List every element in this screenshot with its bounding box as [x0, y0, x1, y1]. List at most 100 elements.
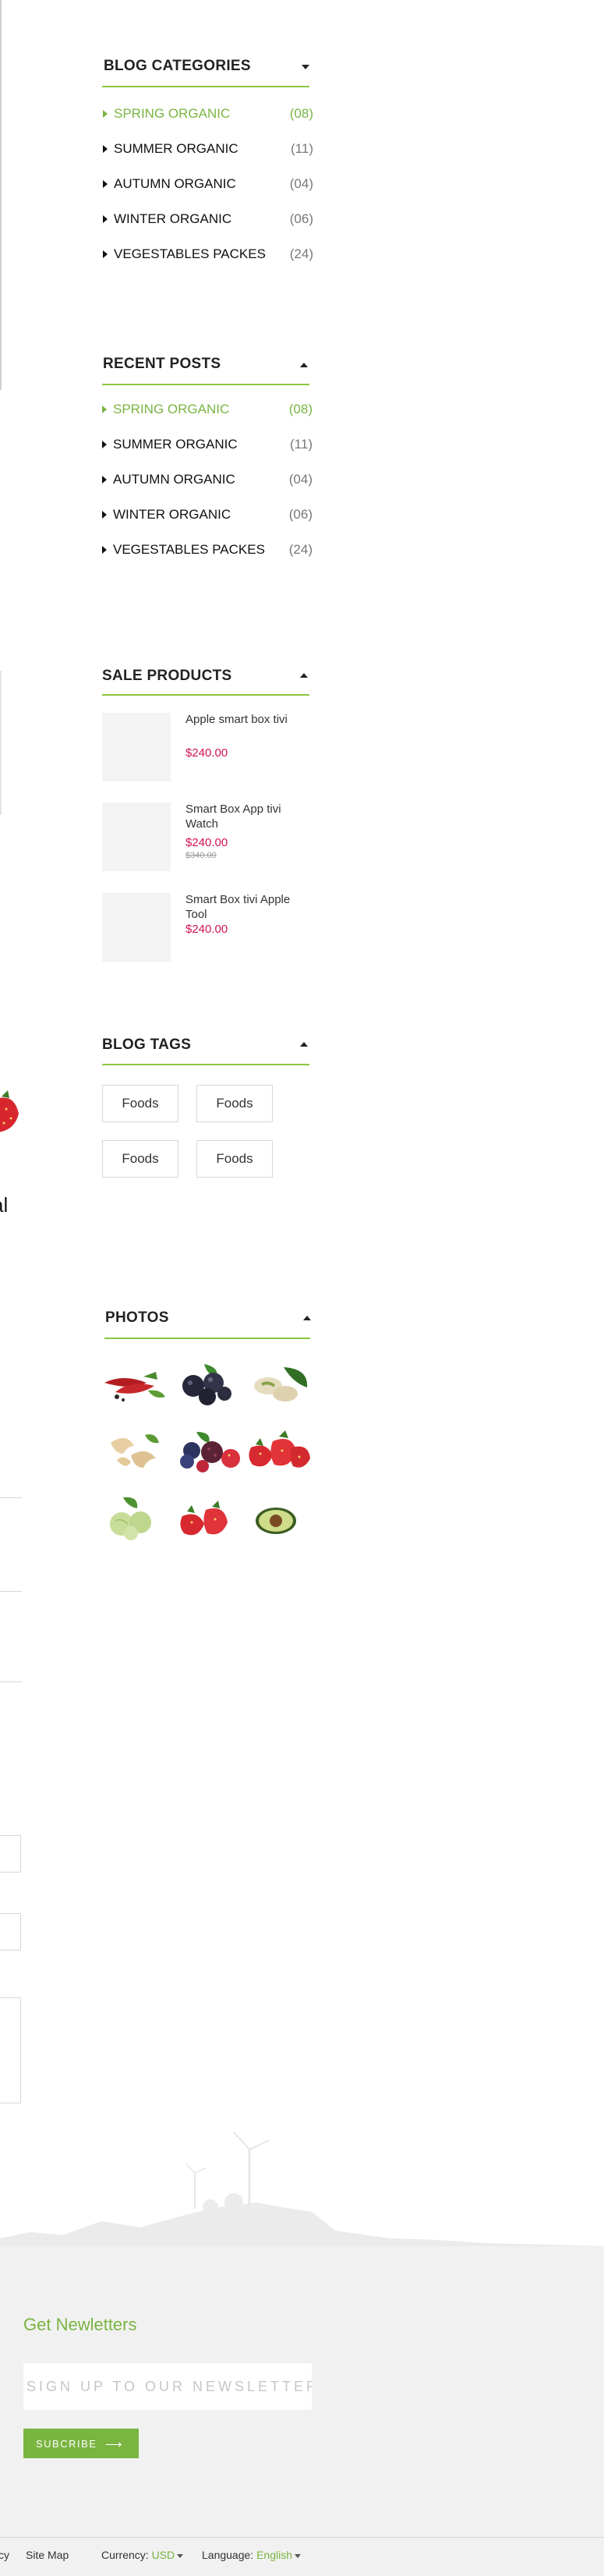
category-item[interactable]: SPRING ORGANIC (08)	[103, 106, 313, 141]
photo-strawberries[interactable]	[245, 1427, 313, 1474]
footer-link-cut[interactable]: cy	[0, 2549, 9, 2561]
title-underline	[102, 384, 309, 385]
category-count: (06)	[289, 211, 313, 226]
tag-button[interactable]: Foods	[196, 1140, 273, 1178]
photo-chili-peppers[interactable]	[100, 1359, 168, 1406]
recent-posts-list: SPRING ORGANIC (08) SUMMER ORGANIC (11) AU…	[102, 402, 313, 577]
photo-blueberries[interactable]	[173, 1359, 242, 1406]
photo-pistachios[interactable]	[245, 1359, 313, 1406]
left-divider	[0, 1591, 22, 1592]
left-textarea[interactable]	[0, 1997, 21, 2103]
product-name[interactable]: Smart Box App tivi Watch	[185, 802, 302, 831]
recent-posts-title: RECENT POSTS	[103, 356, 221, 372]
language-selector[interactable]: Language: English	[202, 2549, 301, 2561]
language-value: English	[256, 2549, 292, 2561]
product-item[interactable]: Smart Box tivi Apple Tool $240.00	[102, 893, 313, 962]
category-label: AUTUMN ORGANIC	[114, 176, 236, 191]
sale-products-title: SALE PRODUCTS	[102, 668, 232, 684]
product-price: $240.00	[185, 746, 228, 760]
title-underline	[102, 1064, 309, 1065]
post-item[interactable]: SUMMER ORGANIC (11)	[102, 437, 313, 472]
product-old-price: $340.00	[185, 851, 217, 860]
post-item[interactable]: WINTER ORGANIC (06)	[102, 507, 313, 542]
post-label: SUMMER ORGANIC	[113, 437, 238, 452]
product-name[interactable]: Smart Box tivi Apple Tool	[185, 892, 302, 922]
photo-avocado[interactable]	[245, 1494, 313, 1541]
subscribe-button-label: SUBCRIBE	[36, 2437, 97, 2450]
bullet-arrow-icon	[103, 180, 108, 188]
product-price: $240.00	[185, 836, 228, 849]
tag-button[interactable]: Foods	[196, 1085, 273, 1122]
title-underline	[102, 694, 309, 696]
collapse-caret-icon[interactable]	[302, 65, 309, 69]
left-input-field[interactable]	[0, 1913, 21, 1951]
left-content-edge	[0, 0, 2, 390]
bullet-arrow-icon	[102, 476, 107, 484]
category-count: (11)	[291, 141, 313, 156]
post-count: (04)	[288, 472, 313, 487]
left-divider	[0, 1681, 22, 1682]
product-item[interactable]: Smart Box App tivi Watch $240.00 $340.00	[102, 803, 313, 871]
bullet-arrow-icon	[102, 406, 107, 413]
newsletter-title: Get Newletters	[23, 2315, 137, 2334]
tag-button[interactable]: Foods	[102, 1140, 178, 1178]
post-item[interactable]: VEGESTABLES PACKES (24)	[102, 542, 313, 577]
post-count: (08)	[288, 402, 313, 416]
left-input-field[interactable]	[0, 1835, 21, 1873]
photo-cashews[interactable]	[100, 1427, 168, 1474]
collapse-caret-icon[interactable]	[300, 363, 308, 367]
product-thumbnail[interactable]	[102, 803, 171, 871]
tag-button[interactable]: Foods	[102, 1085, 178, 1122]
category-label: SPRING ORGANIC	[114, 106, 231, 121]
post-item[interactable]: AUTUMN ORGANIC (04)	[102, 472, 313, 507]
collapse-caret-icon[interactable]	[300, 1042, 308, 1047]
category-item[interactable]: SUMMER ORGANIC (11)	[103, 141, 313, 176]
chevron-down-icon	[295, 2553, 301, 2558]
blog-categories-list: SPRING ORGANIC (08) SUMMER ORGANIC (11) AU…	[103, 106, 313, 282]
category-count: (04)	[289, 176, 313, 191]
currency-selector[interactable]: Currency: USD	[101, 2549, 184, 2561]
post-label: AUTUMN ORGANIC	[113, 472, 235, 487]
footer-landscape-silhouette	[0, 2121, 604, 2248]
product-item[interactable]: Apple smart box tivi $240.00	[102, 713, 313, 781]
category-label: VEGESTABLES PACKES	[114, 246, 266, 261]
blog-tags-title: BLOG TAGS	[102, 1036, 192, 1053]
product-thumbnail[interactable]	[102, 713, 171, 781]
post-label: WINTER ORGANIC	[113, 507, 231, 522]
bullet-arrow-icon	[102, 546, 107, 554]
collapse-caret-icon[interactable]	[303, 1316, 311, 1320]
footer-link-sitemap[interactable]: Site Map	[26, 2549, 69, 2561]
bullet-arrow-icon	[102, 441, 107, 448]
currency-value: USD	[151, 2549, 175, 2561]
product-name[interactable]: Apple smart box tivi	[185, 712, 302, 727]
footer	[0, 2246, 604, 2576]
blog-categories-title: BLOG CATEGORIES	[104, 58, 251, 74]
chevron-down-icon	[177, 2553, 184, 2558]
bullet-arrow-icon	[103, 215, 108, 223]
category-item[interactable]: VEGESTABLES PACKES (24)	[103, 246, 313, 282]
photo-strawberries-2[interactable]	[173, 1494, 242, 1541]
category-item[interactable]: WINTER ORGANIC (06)	[103, 211, 313, 246]
post-count: (11)	[290, 437, 313, 452]
category-label: WINTER ORGANIC	[114, 211, 232, 226]
bottom-bar-divider	[0, 2537, 604, 2538]
post-item[interactable]: SPRING ORGANIC (08)	[102, 402, 313, 437]
bullet-arrow-icon	[102, 511, 107, 519]
product-price: $240.00	[185, 923, 228, 936]
arrow-right-icon: ⟶	[104, 2438, 123, 2451]
photo-gooseberries[interactable]	[100, 1494, 168, 1541]
post-label: VEGESTABLES PACKES	[113, 542, 265, 557]
category-count: (24)	[289, 246, 313, 261]
left-content-edge	[0, 671, 2, 815]
bullet-arrow-icon	[103, 145, 108, 153]
newsletter-email-input[interactable]	[23, 2363, 312, 2410]
product-thumbnail[interactable]	[102, 893, 171, 962]
category-count: (08)	[289, 106, 313, 121]
strawberry-fragment	[0, 1084, 23, 1139]
subscribe-button[interactable]: SUBCRIBE ⟶	[23, 2429, 139, 2458]
category-item[interactable]: AUTUMN ORGANIC (04)	[103, 176, 313, 211]
collapse-caret-icon[interactable]	[300, 673, 308, 678]
language-label: Language:	[202, 2549, 254, 2561]
photo-mixed-berries[interactable]	[173, 1427, 242, 1474]
left-divider	[0, 1497, 22, 1498]
